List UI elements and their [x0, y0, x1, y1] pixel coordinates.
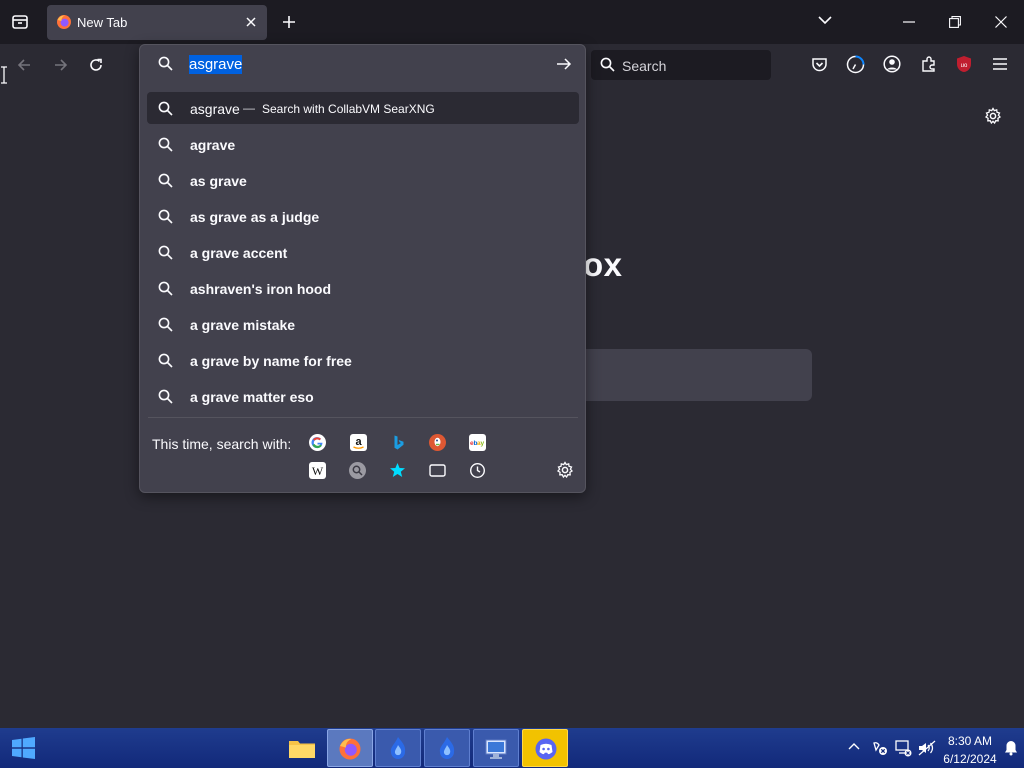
bookmarks-star-icon[interactable]: [389, 462, 406, 479]
search-icon: [158, 101, 173, 116]
suggestion-text: a grave by name for free: [190, 353, 352, 369]
search-icon: [158, 173, 173, 188]
firefox-wordmark: ox: [583, 246, 623, 283]
notification-bell-icon[interactable]: [1004, 740, 1018, 756]
chevron-down-icon[interactable]: [818, 15, 832, 25]
history-clock-icon[interactable]: [469, 462, 486, 479]
windows-start-icon[interactable]: [12, 737, 35, 759]
taskbar-discord[interactable]: [522, 729, 568, 767]
svg-text:uo: uo: [961, 63, 968, 69]
taskbar-remote-desktop[interactable]: [473, 729, 519, 767]
search-settings-gear-icon[interactable]: [556, 461, 574, 479]
suggestion-text: a grave mistake: [190, 317, 296, 333]
suggestion-row[interactable]: ashraven's iron hood: [147, 272, 579, 304]
pocket-icon[interactable]: [811, 56, 828, 73]
customize-settings-icon[interactable]: [984, 107, 1002, 125]
restore-icon[interactable]: [949, 16, 961, 28]
search-icon: [600, 57, 615, 72]
suggestion-action: Search with CollabVM SearXNG: [262, 102, 435, 116]
wikipedia-engine-icon[interactable]: W: [309, 462, 326, 479]
suggestion-text: ashraven's iron hood: [190, 281, 332, 297]
new-tab-button[interactable]: [282, 15, 296, 29]
tab-title: New Tab: [77, 15, 128, 30]
tab-new-tab[interactable]: New Tab: [47, 5, 267, 40]
close-tab-icon[interactable]: [245, 16, 257, 28]
newtab-search-box[interactable]: [570, 349, 812, 401]
urlbar-input-selected-text: asgrave: [189, 55, 243, 74]
search-placeholder: Search: [622, 58, 667, 74]
taskbar-app-flame-2[interactable]: [424, 729, 470, 767]
svg-text:y: y: [481, 440, 485, 447]
suggestion-row[interactable]: a grave accent: [147, 236, 579, 268]
suggestion-row[interactable]: a grave mistake: [147, 308, 579, 340]
text-cursor-icon: [0, 66, 8, 84]
suggestion-row[interactable]: as grave as a judge: [147, 200, 579, 232]
suggestion-row[interactable]: a grave matter eso: [147, 380, 579, 412]
remote-desktop-icon: [484, 737, 508, 761]
list-all-tabs-icon[interactable]: [11, 13, 29, 31]
ublock-origin-icon[interactable]: uo: [955, 55, 973, 73]
search-bar[interactable]: Search: [591, 50, 771, 80]
search-icon: [158, 245, 173, 260]
tabs-icon[interactable]: [429, 462, 446, 479]
suggestion-text: asgrave: [190, 101, 240, 117]
suggestion-separator: —: [243, 101, 255, 115]
tray-status-icon[interactable]: [871, 739, 889, 757]
urlbar-search-icon: [158, 56, 173, 71]
urlbar-input[interactable]: asgrave: [189, 55, 243, 74]
suggestion-text: a grave accent: [190, 245, 288, 261]
suggestion-row[interactable]: agrave: [147, 128, 579, 160]
ebay-engine-icon[interactable]: ebay: [469, 434, 486, 451]
taskbar-firefox[interactable]: [327, 729, 373, 767]
search-icon: [158, 281, 173, 296]
search-icon: [158, 317, 173, 332]
firefox-taskbar-icon: [338, 737, 362, 761]
network-icon[interactable]: [894, 739, 912, 757]
bing-engine-icon[interactable]: [390, 434, 407, 451]
suggestion-row[interactable]: a grave by name for free: [147, 344, 579, 376]
account-icon[interactable]: [883, 55, 901, 73]
discord-icon: [534, 738, 558, 760]
flame-app-icon: [388, 736, 408, 760]
firefox-view-icon[interactable]: [846, 55, 865, 74]
suggestion-row[interactable]: as grave: [147, 164, 579, 196]
close-window-icon[interactable]: [995, 16, 1007, 28]
search-icon: [158, 389, 173, 404]
taskbar-app-flame-1[interactable]: [375, 729, 421, 767]
reload-button[interactable]: [88, 57, 104, 73]
suggestion-text: as grave: [190, 173, 247, 189]
taskbar-file-explorer[interactable]: [279, 729, 325, 767]
one-off-label: This time, search with:: [152, 436, 292, 452]
amazon-engine-icon[interactable]: a: [350, 434, 367, 451]
suggestion-text: as grave as a judge: [190, 209, 320, 225]
show-hidden-icons-chevron-up-icon[interactable]: [848, 742, 860, 750]
search-icon: [158, 353, 173, 368]
google-engine-icon[interactable]: [309, 434, 326, 451]
search-engine-icon[interactable]: [349, 462, 366, 479]
suggestion-text: agrave: [190, 137, 236, 153]
svg-text:a: a: [355, 436, 362, 448]
search-icon: [158, 209, 173, 224]
extensions-icon[interactable]: [920, 55, 938, 73]
search-icon: [158, 137, 173, 152]
clock-time[interactable]: 8:30 AM: [930, 734, 1010, 748]
firefox-icon: [56, 14, 72, 30]
duckduckgo-engine-icon[interactable]: [429, 434, 446, 451]
suggestion-text: a grave matter eso: [190, 389, 314, 405]
clock-date[interactable]: 6/12/2024: [930, 752, 1010, 766]
menu-icon[interactable]: [992, 57, 1008, 71]
folder-icon: [288, 737, 316, 759]
suggestion-row-selected[interactable]: asgrave — Search with CollabVM SearXNG: [147, 92, 579, 124]
one-off-divider: [148, 417, 578, 418]
svg-text:W: W: [312, 464, 324, 478]
flame-app-icon: [437, 736, 457, 760]
back-button[interactable]: [16, 57, 32, 73]
forward-button[interactable]: [53, 57, 69, 73]
minimize-icon[interactable]: [903, 21, 915, 23]
go-arrow-icon[interactable]: [556, 57, 572, 71]
